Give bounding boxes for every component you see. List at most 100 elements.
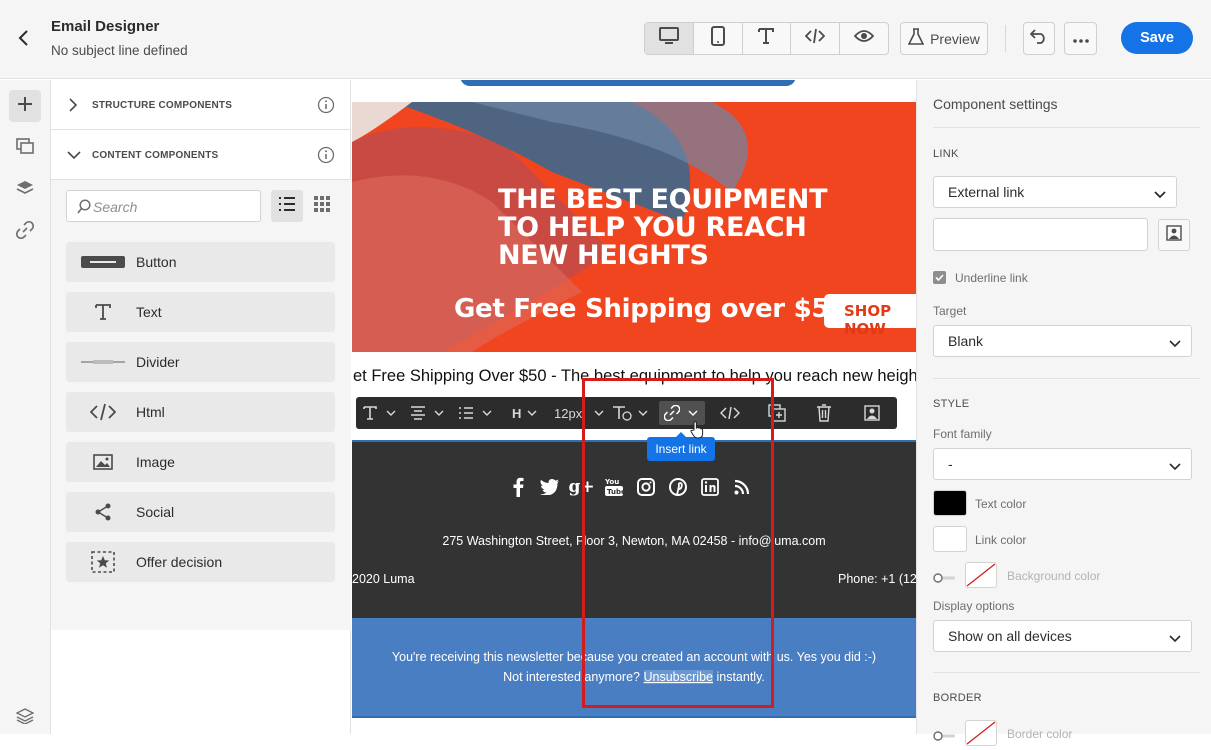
- duplicate-button[interactable]: [768, 397, 786, 429]
- preview-eye-button[interactable]: [840, 23, 888, 54]
- font-family-value: -: [948, 456, 953, 472]
- underline-link-checkbox[interactable]: [933, 271, 946, 284]
- undo-button[interactable]: [1023, 22, 1055, 55]
- component-html[interactable]: Html: [66, 392, 335, 432]
- target-select[interactable]: Blank: [933, 325, 1192, 357]
- linkedin-icon[interactable]: [699, 476, 720, 497]
- list-dropdown[interactable]: [458, 397, 492, 429]
- component-settings-panel: Component settings LINK External link Un…: [916, 80, 1211, 746]
- link-url-input[interactable]: [933, 218, 1148, 251]
- component-label: Social: [136, 504, 175, 520]
- unsubscribe-section[interactable]: You're receiving this newsletter because…: [352, 618, 916, 718]
- shop-now-button[interactable]: SHOP NOW: [824, 294, 916, 338]
- save-button[interactable]: Save: [1121, 22, 1193, 54]
- component-label: Offer decision: [136, 554, 223, 570]
- background-color-swatch[interactable]: [965, 562, 997, 588]
- hero-banner-image[interactable]: THE BEST EQUIPMENT TO HELP YOU REACH NEW…: [352, 102, 916, 352]
- social-icons-row: g+ You Tube: [507, 476, 752, 497]
- clear-format-icon: [613, 406, 632, 421]
- more-options-button[interactable]: [1064, 22, 1097, 55]
- add-components-rail-button[interactable]: [9, 90, 41, 122]
- google-plus-icon[interactable]: g+: [568, 476, 594, 497]
- link-section-heading: LINK: [933, 148, 959, 160]
- chevron-down-icon: [67, 148, 81, 166]
- phone-text: Phone: +1 (123: [838, 572, 916, 586]
- section-divider: [933, 672, 1200, 673]
- rss-icon[interactable]: [731, 476, 752, 497]
- text-color-swatch[interactable]: [933, 490, 967, 516]
- chevron-right-icon: [67, 98, 79, 117]
- display-options-select[interactable]: Show on all devices: [933, 620, 1192, 652]
- border-color-swatch[interactable]: [965, 720, 997, 746]
- section-divider: [933, 378, 1200, 379]
- stack-icon: [15, 707, 35, 729]
- clear-format-dropdown[interactable]: [612, 397, 648, 429]
- subject-line-status[interactable]: No subject line defined: [51, 43, 188, 58]
- facebook-icon[interactable]: [507, 476, 528, 497]
- chevron-down-icon: [482, 410, 492, 416]
- info-icon[interactable]: [317, 96, 335, 119]
- component-divider[interactable]: Divider: [66, 342, 335, 382]
- component-social[interactable]: Social: [66, 492, 335, 532]
- search-placeholder: Search: [93, 199, 138, 215]
- duplicate-icon: [768, 404, 786, 422]
- promo-text-line[interactable]: et Free Shipping Over $50 - The best equ…: [353, 367, 916, 386]
- text-view-button[interactable]: [743, 23, 792, 54]
- preview-button[interactable]: Preview: [900, 22, 988, 55]
- link-type-select[interactable]: External link: [933, 176, 1177, 208]
- component-image[interactable]: Image: [66, 442, 335, 482]
- align-dropdown[interactable]: [410, 397, 444, 429]
- text-icon: [363, 406, 377, 420]
- unsubscribe-link[interactable]: Unsubscribe: [643, 670, 713, 684]
- mobile-icon: [710, 26, 725, 51]
- footer-dark-section[interactable]: g+ You Tube 275 Washington Street, Floor …: [352, 440, 916, 618]
- preview-label: Preview: [930, 30, 980, 47]
- border-color-toggle[interactable]: [933, 728, 957, 741]
- newsletter-notice: You're receiving this newsletter because…: [391, 650, 877, 664]
- links-rail-button[interactable]: [9, 216, 41, 248]
- source-code-button[interactable]: [720, 397, 740, 429]
- component-search-input[interactable]: Search: [66, 190, 261, 222]
- info-icon[interactable]: [317, 146, 335, 169]
- font-size-dropdown[interactable]: 12px: [554, 397, 604, 429]
- layers-rail-button[interactable]: [9, 174, 41, 206]
- component-offer-decision[interactable]: Offer decision: [66, 542, 335, 582]
- help-rail-button[interactable]: [9, 702, 41, 734]
- settings-title: Component settings: [933, 96, 1058, 112]
- component-button[interactable]: Button: [66, 242, 335, 282]
- assets-rail-button[interactable]: [9, 132, 41, 164]
- pinterest-icon[interactable]: [667, 476, 688, 497]
- twitter-icon[interactable]: [539, 476, 560, 497]
- list-view-toggle[interactable]: [271, 190, 303, 222]
- link-color-swatch[interactable]: [933, 526, 967, 552]
- personalize-link-button[interactable]: [1158, 219, 1190, 251]
- component-label: Button: [136, 254, 177, 270]
- back-arrow-icon[interactable]: [14, 28, 34, 48]
- chevron-down-icon: [1169, 335, 1181, 351]
- instagram-icon[interactable]: [635, 476, 656, 497]
- eye-icon: [853, 29, 875, 48]
- trash-icon: [817, 404, 831, 422]
- personalize-button[interactable]: [864, 397, 880, 429]
- text-style-dropdown[interactable]: [362, 397, 396, 429]
- component-text[interactable]: Text: [66, 292, 335, 332]
- button-block-edge[interactable]: [460, 80, 796, 86]
- font-family-select[interactable]: -: [933, 448, 1192, 480]
- heading-label: H: [512, 405, 522, 421]
- chevron-down-icon: [1169, 630, 1181, 646]
- mobile-view-button[interactable]: [694, 23, 743, 54]
- youtube-icon[interactable]: You Tube: [603, 476, 624, 497]
- code-view-button[interactable]: [791, 23, 841, 54]
- content-components-label: CONTENT COMPONENTS: [92, 150, 219, 161]
- toggle-off-icon: [933, 573, 955, 583]
- unsubscribe-prefix: Not interested anymore?: [503, 670, 641, 684]
- email-canvas: THE BEST EQUIPMENT TO HELP YOU REACH NEW…: [352, 80, 916, 734]
- delete-button[interactable]: [816, 397, 832, 429]
- grid-view-toggle[interactable]: [306, 190, 338, 222]
- background-color-toggle[interactable]: [933, 570, 957, 583]
- structure-components-accordion[interactable]: STRUCTURE COMPONENTS: [51, 80, 351, 130]
- share-icon: [80, 500, 126, 524]
- content-components-accordion[interactable]: CONTENT COMPONENTS: [51, 130, 351, 180]
- heading-dropdown[interactable]: H: [512, 397, 537, 429]
- desktop-view-button[interactable]: [645, 23, 694, 54]
